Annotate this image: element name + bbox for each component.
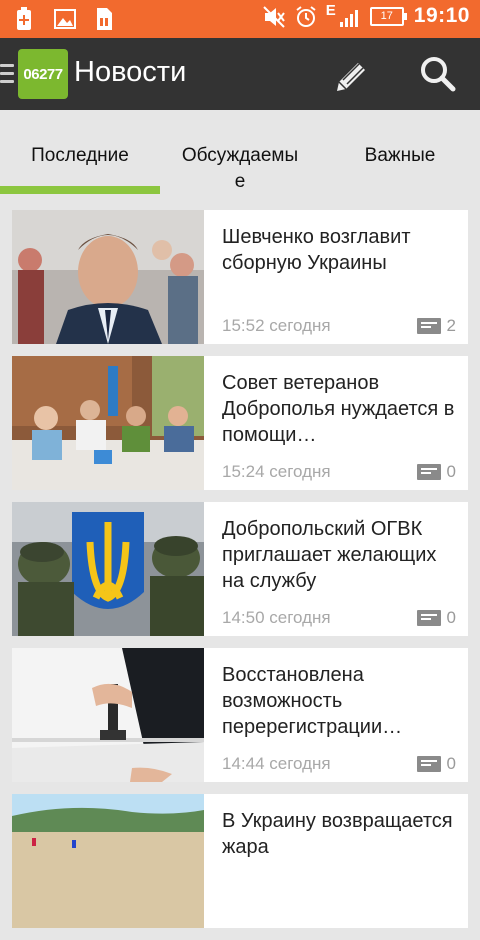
status-bar: E 17 19:10 [0, 0, 480, 38]
comment-count: 0 [416, 462, 456, 482]
tab-bar: Последние Обсуждаемые Важные [0, 110, 480, 196]
news-card[interactable]: Шевченко возглавит сборную Украины 15:52… [12, 210, 468, 344]
battery-icon: 17 [369, 6, 407, 26]
news-feed: Шевченко возглавит сборную Украины 15:52… [12, 210, 468, 940]
news-title: Шевченко возглавит сборную Украины [222, 226, 411, 274]
app-bar: 06277 Новости [0, 38, 480, 110]
news-card[interactable]: В Украину возвращается жара [12, 794, 468, 928]
status-bar-notifications [14, 6, 116, 30]
comment-icon [416, 756, 441, 772]
news-time: 14:50 сегодня [222, 608, 331, 627]
news-card[interactable]: Восстановлена возможность перерегистраци… [12, 648, 468, 782]
comment-icon [416, 464, 441, 480]
news-title: В Украину возвращается жара [222, 810, 453, 858]
news-card[interactable]: Добропольский ОГВК приглашает желающих н… [12, 502, 468, 636]
notification-plus-icon [14, 6, 36, 30]
status-bar-system: E 17 19:10 [262, 2, 470, 28]
sim-icon [94, 6, 116, 30]
news-thumbnail [12, 356, 204, 490]
comment-count-value: 2 [446, 316, 456, 335]
comment-count: 2 [416, 316, 456, 336]
news-time: 15:52 сегодня [222, 316, 331, 335]
tab-indicator [0, 186, 160, 194]
image-icon [54, 6, 76, 30]
news-time: 14:44 сегодня [222, 754, 331, 773]
alarm-icon [294, 4, 316, 28]
battery-level: 17 [380, 10, 393, 22]
news-thumbnail [12, 794, 204, 928]
tab-discussed[interactable]: Обсуждаемые [160, 110, 320, 196]
tab-important[interactable]: Важные [320, 110, 480, 196]
news-title: Восстановлена возможность перерегистраци… [222, 664, 403, 738]
news-card[interactable]: Совет ветеранов Доброполья нуждается в п… [12, 356, 468, 490]
comment-count-value: 0 [446, 462, 456, 481]
comment-count-value: 0 [446, 608, 456, 627]
mute-icon [262, 4, 285, 28]
status-time: 19:10 [413, 4, 470, 27]
comment-icon [416, 318, 441, 334]
app-title: Новости [74, 56, 187, 88]
news-time: 15:24 сегодня [222, 462, 331, 481]
tab-label: Важные [364, 145, 436, 166]
tab-latest[interactable]: Последние [0, 110, 160, 196]
news-thumbnail [12, 502, 204, 636]
signal-icon: E [326, 2, 360, 28]
comment-icon [416, 610, 441, 626]
comment-count-value: 0 [446, 754, 456, 773]
news-title: Добропольский ОГВК приглашает желающих н… [222, 518, 437, 592]
menu-icon[interactable] [0, 64, 14, 84]
news-title: Совет ветеранов Доброполья нуждается в п… [222, 372, 455, 446]
news-thumbnail [12, 648, 204, 782]
search-icon[interactable] [418, 54, 458, 94]
tab-label: Последние [31, 145, 129, 166]
comment-count: 0 [416, 608, 456, 628]
tab-label: Обсуждаемые [181, 145, 299, 192]
comment-count: 0 [416, 754, 456, 774]
news-thumbnail [12, 210, 204, 344]
app-logo[interactable]: 06277 [18, 49, 68, 99]
edit-icon[interactable] [332, 54, 372, 94]
